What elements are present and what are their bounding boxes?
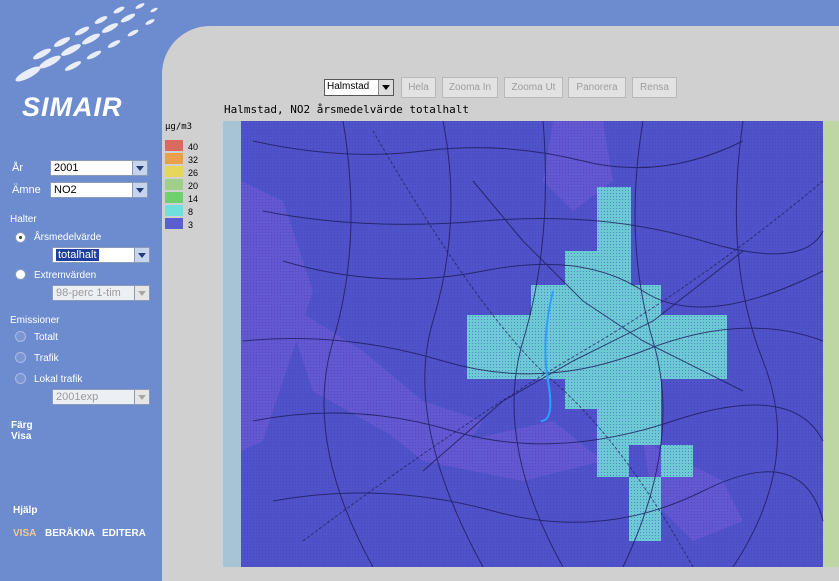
emissions-local-value: 2001exp <box>56 391 99 403</box>
legend-swatch <box>165 218 183 229</box>
legend-swatch <box>165 205 183 216</box>
legend-label: 8 <box>188 207 194 217</box>
substance-label: Ämne <box>12 184 41 196</box>
zoom-in-button[interactable]: Zooma In <box>442 77 498 98</box>
year-select[interactable]: 2001 <box>50 160 148 176</box>
extreme-type-select: 98-perc 1-tim <box>52 285 150 301</box>
chevron-down-icon <box>132 161 147 175</box>
substance-select[interactable]: NO2 <box>50 182 148 198</box>
zoom-out-button[interactable]: Zooma Ut <box>504 77 563 98</box>
city-select[interactable]: Halmstad <box>324 79 394 96</box>
legend-swatch <box>165 192 183 203</box>
chevron-down-icon <box>378 80 393 95</box>
emissions-total-radio <box>15 331 26 342</box>
legend-label: 26 <box>188 168 199 178</box>
nav-edit[interactable]: EDITERA <box>102 528 146 539</box>
nav-show[interactable]: VISA <box>13 528 36 539</box>
nav-calculate[interactable]: BERÄKNA <box>45 528 95 539</box>
legend-swatch <box>165 153 183 164</box>
legend-swatch <box>165 166 183 177</box>
legend-label: 3 <box>188 220 194 230</box>
show-link[interactable]: Visa <box>11 431 31 442</box>
annual-type-value: totalhalt <box>56 249 99 261</box>
app-title: SIMAIR <box>22 92 123 122</box>
year-value: 2001 <box>54 162 79 174</box>
clear-button[interactable]: Rensa <box>632 77 677 98</box>
chevron-down-icon <box>134 248 149 262</box>
legend-label: 20 <box>188 181 199 191</box>
legend-label: 14 <box>188 194 199 204</box>
legend-swatch <box>165 179 183 190</box>
emissions-local-label: Lokal trafik <box>34 374 83 385</box>
extreme-label: Extremvärden <box>34 270 97 281</box>
pan-button[interactable]: Panorera <box>568 77 626 98</box>
emissions-traffic-radio <box>15 352 26 363</box>
emissions-local-radio <box>15 373 26 384</box>
year-label: År <box>12 162 23 174</box>
legend-unit: µg/m3 <box>165 122 193 132</box>
chevron-down-icon <box>134 390 149 404</box>
sea-left <box>223 121 241 567</box>
colour-link[interactable]: Färg <box>11 420 33 431</box>
levels-heading: Halter <box>10 214 37 225</box>
extreme-radio[interactable] <box>15 269 26 280</box>
emissions-local-select: 2001exp <box>52 389 150 405</box>
chevron-down-icon <box>134 286 149 300</box>
whole-button[interactable]: Hela <box>401 77 436 98</box>
legend-label: 40 <box>188 142 199 152</box>
pollution-map[interactable] <box>223 121 839 567</box>
sidebar: SIMAIR År 2001 Ämne NO2 Halter Årsmedelv… <box>0 0 162 581</box>
emissions-total-label: Totalt <box>34 332 58 343</box>
map-title: Halmstad, NO2 årsmedelvärde totalhalt <box>224 103 470 116</box>
legend-swatch <box>165 140 183 151</box>
annual-type-select[interactable]: totalhalt <box>52 247 150 263</box>
substance-value: NO2 <box>54 184 77 196</box>
annual-radio[interactable] <box>15 232 26 243</box>
emissions-heading: Emissioner <box>10 315 60 326</box>
emissions-traffic-label: Trafik <box>34 353 59 364</box>
city-value: Halmstad <box>327 81 370 92</box>
land-right <box>821 121 839 567</box>
annual-label: Årsmedelvärde <box>34 232 102 243</box>
extreme-type-value: 98-perc 1-tim <box>56 287 121 299</box>
legend-label: 32 <box>188 155 199 165</box>
chevron-down-icon <box>132 183 147 197</box>
help-link[interactable]: Hjälp <box>13 505 37 516</box>
